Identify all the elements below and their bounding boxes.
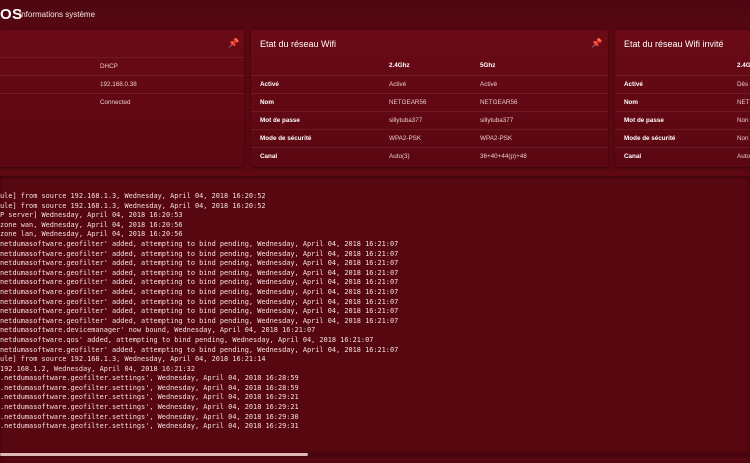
log-line: netdumasoftware.geofilter' added, attemp… [0, 249, 399, 258]
row-label: Mode de sécurité [260, 135, 312, 142]
row-label: Mode de sécurité [624, 135, 676, 142]
wifi-row-security: Mode de sécurité WPA2-PSK WPA2-PSK [251, 129, 608, 147]
row-label: Nom [624, 99, 638, 106]
guest-row-enabled: Activé Dés [615, 75, 750, 93]
log-line: .netdumasoftware.geofilter.settings', We… [0, 403, 299, 412]
value-5ghz: NETGEAR56 [480, 99, 518, 106]
log-line: .netdumasoftware.geofilter.settings', We… [0, 383, 299, 392]
network-row: Connected [0, 93, 244, 111]
log-lines: ule] from source 192.168.1.3, Wednesday,… [0, 192, 398, 432]
log-line: ule] from source 192.168.1.3, Wednesday,… [0, 355, 266, 364]
log-line: netdumasoftware.geofilter' added, attemp… [0, 239, 399, 248]
wifi-row-password: Mot de passe sillytuba377 sillytuba377 [251, 111, 608, 129]
wifi-header-row: 2.4Ghz 5Ghz [251, 57, 608, 74]
log-line: netdumasoftware.geofilter' added, attemp… [0, 287, 399, 296]
column-header-24ghz: 2.4Ghz [389, 62, 410, 69]
value-5ghz: WPA2-PSK [480, 135, 513, 142]
log-line: netdumasoftware.devicemanager' now bound… [0, 326, 316, 335]
row-label: Mot de passe [260, 117, 300, 124]
log-line: zone lan, Wednesday, April 04, 2018 16:2… [0, 230, 183, 239]
value-5ghz: 36+40+44(p)+48 [480, 153, 527, 160]
guest-row-security: Mode de sécurité Non [615, 129, 750, 147]
guest-row-name: Nom NET [615, 93, 750, 111]
log-line: netdumasoftware.qos' added, attempting t… [0, 335, 374, 344]
wifi-row-name: Nom NETGEAR56 NETGEAR56 [251, 93, 608, 111]
column-header-24ghz: 2.4G [737, 62, 750, 69]
log-line: .netdumasoftware.geofilter.settings', We… [0, 412, 299, 421]
row-label: Activé [260, 81, 279, 88]
network-status-panel: 📌 DHCP 192.168.0.38 Connected [0, 30, 244, 167]
value-24ghz: sillytuba377 [389, 117, 423, 124]
guest-wifi-panel: Etat du réseau Wifi invité 2.4G Activé D… [615, 30, 750, 167]
value-24ghz: Non [737, 117, 749, 124]
page-title: Informations système [19, 10, 96, 19]
value-24ghz: Dés [737, 81, 749, 88]
network-value: Connected [100, 99, 131, 106]
wifi-row-channel: Canal Auto(3) 36+40+44(p)+48 [251, 147, 608, 165]
value-24ghz: Activé [389, 81, 407, 88]
value-5ghz: sillytuba377 [480, 117, 514, 124]
network-row: 192.168.0.38 [0, 75, 244, 93]
top-bar: OS Informations système [0, 0, 750, 30]
row-label: Canal [624, 153, 642, 160]
log-line: netdumasoftware.geofilter' added, attemp… [0, 307, 399, 316]
log-line: netdumasoftware.geofilter' added, attemp… [0, 345, 399, 354]
row-label: Canal [260, 153, 278, 160]
scrollbar-thumb[interactable] [0, 453, 308, 456]
wifi-status-panel: Etat du réseau Wifi 📌 2.4Ghz 5Ghz Activé… [251, 30, 608, 167]
pin-icon[interactable]: 📌 [228, 38, 239, 49]
guest-row-password: Mot de passe Non [615, 111, 750, 129]
value-24ghz: NETGEAR56 [389, 99, 427, 106]
value-24ghz: Auto(3) [389, 153, 410, 160]
network-value: 192.168.0.38 [100, 81, 137, 88]
value-24ghz: Non [737, 135, 749, 142]
row-label: Activé [624, 81, 643, 88]
log-line: ule] from source 192.168.1.3, Wednesday,… [0, 192, 266, 200]
column-header-5ghz: 5Ghz [480, 62, 496, 69]
log-line: netdumasoftware.geofilter' added, attemp… [0, 268, 399, 277]
log-line: ule] from source 192.168.1.3, Wednesday,… [0, 201, 266, 210]
log-line: netdumasoftware.geofilter' added, attemp… [0, 316, 399, 325]
value-24ghz: Auto [737, 153, 750, 160]
network-row: DHCP [0, 57, 244, 75]
value-24ghz: NET [737, 99, 750, 106]
value-5ghz: Activé [480, 81, 498, 88]
wifi-row-enabled: Activé Activé Activé [251, 75, 608, 93]
log-line: netdumasoftware.geofilter' added, attemp… [0, 297, 399, 306]
guest-panel-title: Etat du réseau Wifi invité [624, 39, 724, 49]
row-label: Mot de passe [624, 117, 664, 124]
horizontal-scrollbar[interactable] [0, 452, 750, 458]
log-line: netdumasoftware.geofilter' added, attemp… [0, 278, 399, 287]
system-log-panel[interactable]: ule] from source 192.168.1.3, Wednesday,… [0, 176, 750, 463]
value-24ghz: WPA2-PSK [389, 135, 422, 142]
guest-header-row: 2.4G [615, 57, 750, 74]
log-line: P server] Wednesday, April 04, 2018 16:2… [0, 211, 183, 220]
log-line: zone wan, Wednesday, April 04, 2018 16:2… [0, 220, 183, 229]
row-label: Nom [260, 99, 274, 106]
log-line: .netdumasoftware.geofilter.settings', We… [0, 374, 299, 383]
log-line: netdumasoftware.geofilter' added, attemp… [0, 259, 399, 268]
guest-row-channel: Canal Auto [615, 147, 750, 165]
network-value: DHCP [100, 63, 118, 70]
log-line: 192.168.1.2, Wednesday, April 04, 2018 1… [0, 364, 195, 373]
wifi-panel-title: Etat du réseau Wifi [260, 39, 337, 49]
pin-icon[interactable]: 📌 [591, 38, 602, 49]
log-line: .netdumasoftware.geofilter.settings', We… [0, 393, 299, 402]
log-line: .netdumasoftware.geofilter.settings', We… [0, 422, 299, 431]
